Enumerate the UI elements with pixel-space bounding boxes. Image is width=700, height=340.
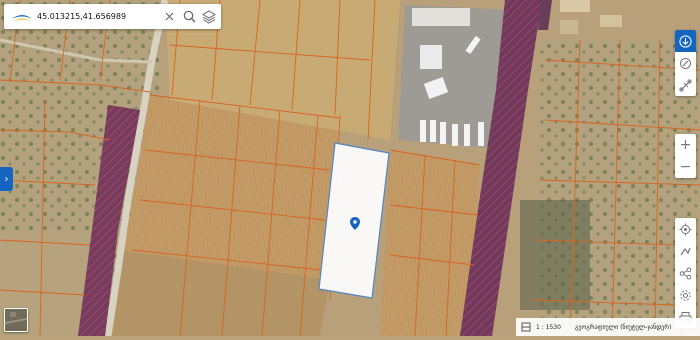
status-bar: 1 : 1530 გეოგრაფიული (ნიუტელ-ჯანდერ)	[516, 318, 700, 336]
settings-icon[interactable]	[675, 284, 696, 306]
locate-icon[interactable]	[675, 218, 696, 240]
zoom-in-button[interactable]: +	[675, 134, 696, 156]
close-icon[interactable]	[161, 9, 177, 25]
layers-icon[interactable]	[201, 9, 217, 25]
coordinate-search-input[interactable]	[37, 12, 157, 21]
map-scale[interactable]: 1 : 1530	[536, 324, 561, 331]
zoom-out-button[interactable]: −	[675, 156, 696, 178]
right-toolbar-bottom	[675, 218, 696, 328]
search-icon[interactable]	[181, 9, 197, 25]
satellite-map[interactable]	[0, 0, 700, 337]
download-icon[interactable]	[675, 30, 696, 52]
brand-logo-icon	[11, 10, 33, 24]
route-icon[interactable]	[675, 240, 696, 262]
scale-icon	[520, 321, 532, 333]
basemap-layer-name[interactable]: გეოგრაფიული (ნიუტელ-ჯანდერ)	[575, 324, 671, 331]
basemap-switcher[interactable]	[4, 308, 28, 332]
zoom-control: + −	[675, 134, 696, 178]
search-bar	[4, 4, 221, 29]
chevron-right-icon: ›	[4, 173, 9, 185]
map-view[interactable]	[0, 0, 700, 337]
share-icon[interactable]	[675, 262, 696, 284]
right-toolbar-top	[675, 30, 696, 96]
open-side-panel-button[interactable]: ›	[0, 167, 13, 191]
draw-point-icon[interactable]	[675, 52, 696, 74]
measure-icon[interactable]	[675, 74, 696, 96]
